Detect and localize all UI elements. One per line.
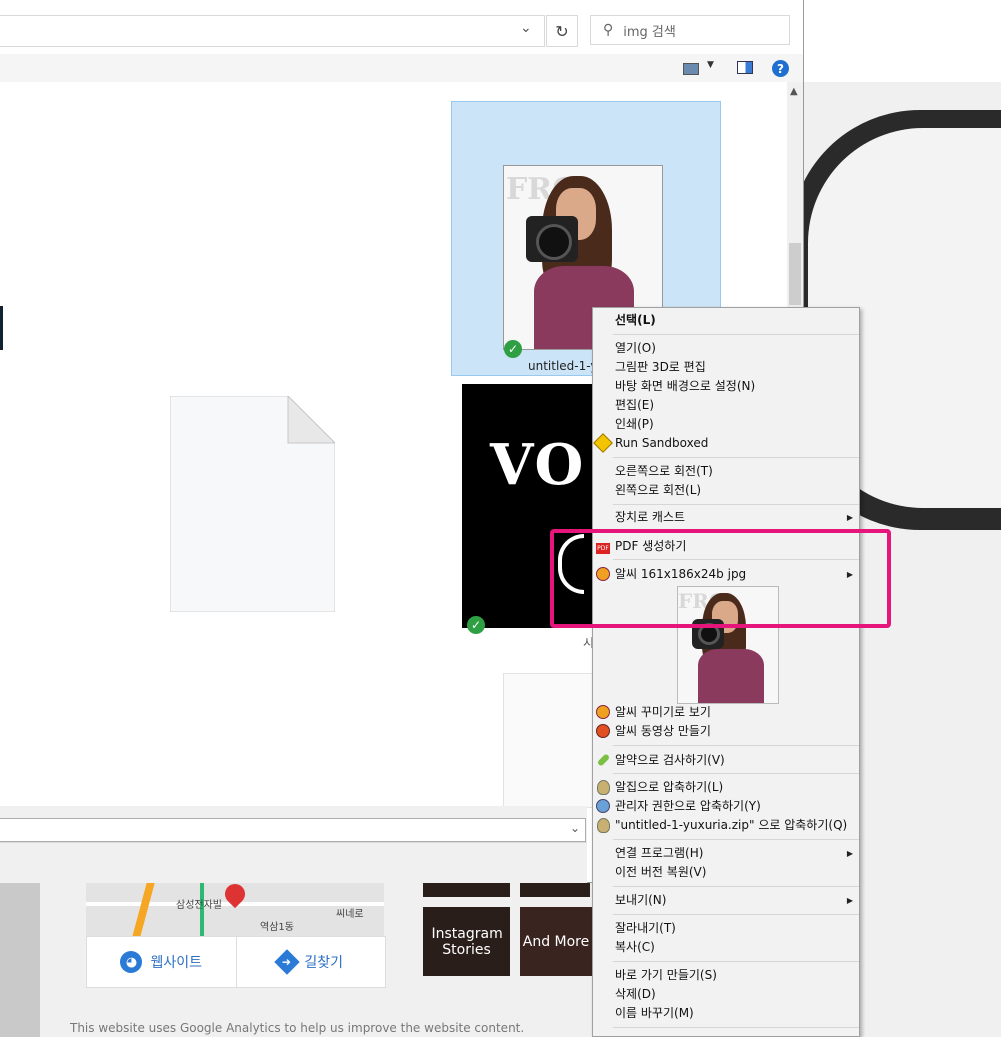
thumbnail-art [698, 649, 764, 703]
alzip-icon [596, 817, 610, 833]
menu-item-run-sandboxed[interactable]: Run Sandboxed [615, 434, 708, 453]
menu-separator [613, 457, 859, 458]
thumbnail-art: VO [490, 432, 586, 498]
and-more-tile[interactable]: And More [520, 907, 592, 976]
directions-button[interactable]: ➜ 길찾기 [237, 937, 386, 987]
gallery-tile[interactable] [520, 882, 590, 897]
website-button[interactable]: ◕ 웹사이트 [87, 937, 237, 987]
selected-file-name: untitled-1-y [528, 359, 598, 373]
chevron-down-icon[interactable]: ⌄ [570, 821, 580, 835]
blank-file-icon[interactable] [503, 673, 594, 808]
menu-item-rotate-right[interactable]: 오른쪽으로 회전(T) [615, 462, 713, 481]
alsee-video-icon [596, 724, 610, 738]
menu-separator [613, 504, 859, 505]
chevron-down-icon[interactable]: ⌄ [520, 20, 532, 36]
preview-pane-icon[interactable] [737, 61, 753, 74]
alzip-admin-icon [596, 799, 610, 813]
gallery-tile[interactable] [423, 882, 510, 897]
menu-item-delete[interactable]: 삭제(D) [615, 985, 656, 1004]
view-dropdown-icon[interactable]: ▼ [707, 60, 714, 70]
menu-item-send-to[interactable]: 보내기(N) [615, 891, 666, 910]
menu-separator [613, 1027, 859, 1028]
submenu-arrow-icon: ▶ [846, 513, 853, 522]
menu-item-paint3d[interactable]: 그림판 3D로 편집 [615, 358, 706, 377]
menu-item-restore-previous[interactable]: 이전 버전 복원(V) [615, 863, 706, 882]
menu-item-cut[interactable]: 잘라내기(T) [615, 919, 676, 938]
menu-item-cast-to-device[interactable]: 장치로 캐스트 [615, 508, 685, 527]
alsee-decorate-icon [596, 705, 610, 719]
help-icon[interactable]: ? [772, 60, 789, 77]
submenu-arrow-icon: ▶ [846, 849, 853, 858]
sync-check-icon: ✓ [467, 616, 485, 634]
menu-separator [613, 745, 859, 746]
scroll-up-icon[interactable]: ▲ [790, 86, 798, 97]
analytics-notice: This website uses Google Analytics to he… [70, 1021, 525, 1035]
menu-item-copy[interactable]: 복사(C) [615, 938, 655, 957]
menu-separator [613, 961, 859, 962]
alzip-icon [596, 779, 610, 795]
menu-item-set-wallpaper[interactable]: 바탕 화면 배경으로 설정(N) [615, 377, 755, 396]
menu-item-edit[interactable]: 편집(E) [615, 396, 654, 415]
globe-icon: ◕ [120, 951, 143, 973]
menu-separator [613, 886, 859, 887]
map-label: 역삼1동 [260, 922, 294, 933]
menu-separator [613, 773, 859, 774]
search-placeholder: img 검색 [623, 24, 676, 40]
menu-separator [613, 914, 859, 915]
menu-separator [613, 839, 859, 840]
menu-item-rotate-left[interactable]: 왼쪽으로 회전(L) [615, 481, 701, 500]
refresh-icon: ↻ [555, 21, 569, 41]
refresh-button[interactable]: ↻ [546, 15, 578, 47]
menu-item-open-with[interactable]: 연결 프로그램(H) [615, 844, 703, 863]
alyac-icon [596, 753, 610, 767]
menu-item-alsee-decorate[interactable]: 알씨 꾸미기로 보기 [615, 703, 711, 722]
sandbox-icon [593, 433, 613, 453]
scrollbar-thumb[interactable] [789, 243, 801, 305]
website-button-label: 웹사이트 [150, 955, 203, 971]
menu-item-rename[interactable]: 이름 바꾸기(M) [615, 1004, 694, 1023]
address-bar[interactable] [0, 15, 545, 47]
background-top-right [803, 0, 1001, 82]
camera-lens [536, 224, 572, 260]
menu-item-create-shortcut[interactable]: 바로 가기 만들기(S) [615, 966, 717, 985]
search-icon: ⚲ [603, 22, 614, 38]
filename-field[interactable] [0, 818, 586, 842]
menu-item-alzip-to-zip[interactable]: "untitled-1-yuxuria.zip" 으로 압축하기(Q) [615, 816, 847, 835]
search-input[interactable]: ⚲ img 검색 [590, 15, 790, 45]
menu-item-alzip-admin[interactable]: 관리자 권한으로 압축하기(Y) [615, 797, 761, 816]
menu-separator [613, 334, 859, 335]
menu-item-open[interactable]: 열기(O) [615, 339, 656, 358]
instagram-stories-tile[interactable]: Instagram Stories [423, 907, 510, 976]
highlight-box [550, 529, 891, 628]
blank-file-icon[interactable] [170, 396, 335, 612]
change-view-icon[interactable] [683, 63, 699, 75]
menu-item-alsee-video[interactable]: 알씨 동영상 만들기 [615, 722, 711, 741]
directions-icon: ➜ [274, 949, 301, 975]
map-buttons: ◕ 웹사이트 ➜ 길찾기 [86, 936, 386, 988]
directions-button-label: 길찾기 [304, 955, 344, 971]
map-label: 삼성전자빌 [176, 900, 222, 911]
sync-check-icon: ✓ [504, 340, 522, 358]
menu-item-select[interactable]: 선택(L) [615, 311, 656, 330]
map-label: 씨네로 [336, 909, 364, 920]
menu-item-alzip-compress[interactable]: 알집으로 압축하기(L) [615, 778, 723, 797]
submenu-arrow-icon: ▶ [846, 896, 853, 905]
bottom-panel-footer [0, 842, 587, 883]
menu-item-print[interactable]: 인쇄(P) [615, 415, 654, 434]
partial-file-icon [0, 306, 3, 350]
menu-item-alyac-scan[interactable]: 알약으로 검사하기(V) [615, 751, 725, 770]
